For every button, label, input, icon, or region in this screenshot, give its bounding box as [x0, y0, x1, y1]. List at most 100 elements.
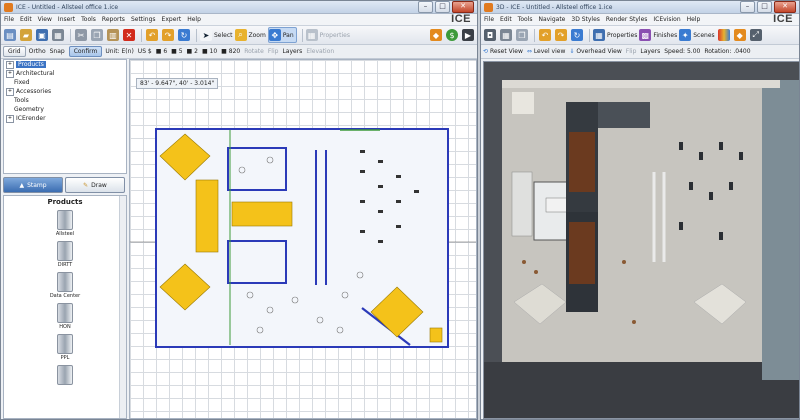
delete-button[interactable]: ✕ [122, 28, 136, 42]
menu-reports[interactable]: Reports [102, 16, 125, 23]
overhead-view-button[interactable]: ⇓ Overhead View [569, 48, 621, 55]
draw-button[interactable]: ✎ Draw [65, 177, 125, 193]
flip-button[interactable]: Flip [268, 48, 279, 55]
play-button[interactable]: ▶ [461, 28, 475, 42]
brand-logo: ICE [773, 13, 793, 25]
rotate-button[interactable]: Rotate [244, 48, 264, 55]
products-scrollbar[interactable] [119, 196, 126, 418]
menu-expert[interactable]: Expert [162, 16, 182, 23]
menu-3d-styles[interactable]: 3D Styles [571, 16, 600, 23]
refresh-button[interactable]: ↻ [570, 28, 584, 42]
menu-view[interactable]: View [38, 16, 52, 23]
render-button[interactable]: ◆ [733, 28, 747, 42]
tree-item-geometry[interactable]: Geometry [4, 105, 126, 114]
level-icon: ⇔ [526, 48, 532, 55]
tree-item-fixed[interactable]: Fixed [4, 78, 126, 87]
pan-tool-label: Pan [282, 31, 294, 39]
product-data-center[interactable]: Data Center [4, 272, 126, 299]
material-button[interactable] [717, 28, 731, 42]
tree-item-tools[interactable]: Tools [4, 96, 126, 105]
menu-help[interactable]: Help [187, 16, 201, 23]
menu-help[interactable]: Help [687, 16, 701, 23]
color-palette-icon [717, 29, 730, 41]
stamp-label: Stamp [27, 181, 47, 189]
menu-file[interactable]: File [4, 16, 14, 23]
product-dirtt[interactable]: DIRTT [4, 241, 126, 268]
maximize-button[interactable]: □ [435, 1, 450, 13]
elevation-button[interactable]: Elevation [306, 48, 334, 55]
pricing-button[interactable]: $ [445, 28, 459, 42]
expand-icon[interactable]: + [6, 114, 14, 123]
refresh-button[interactable]: ↻ [177, 28, 191, 42]
fullscreen-button[interactable]: ⤢ [749, 28, 763, 42]
menu-render-styles[interactable]: Render Styles [606, 16, 647, 23]
open-button[interactable]: ▰ [19, 28, 33, 42]
copy-button[interactable]: ❐ [90, 28, 104, 42]
menu-navigate[interactable]: Navigate [538, 16, 565, 23]
properties-button[interactable]: ▦ Properties [593, 28, 637, 42]
camera-button[interactable]: ◘ [483, 28, 497, 42]
paste-button[interactable]: ▥ [106, 28, 120, 42]
stamp-button[interactable]: ▲ Stamp [3, 177, 63, 193]
tree-item-accessories[interactable]: + Accessories [4, 87, 126, 96]
unit-selector[interactable]: Unit: E(n) [105, 48, 133, 55]
layers-button[interactable]: Layers [640, 48, 660, 55]
product-caption: DIRTT [57, 262, 73, 268]
undo-button[interactable]: ↶ [538, 28, 552, 42]
expand-icon[interactable]: + [6, 87, 14, 96]
level-view-button[interactable]: ⇔ Level view [527, 48, 566, 55]
overhead-icon: ⇓ [569, 48, 575, 55]
maximize-button[interactable]: □ [757, 1, 772, 13]
new-button[interactable]: ▤ [3, 28, 17, 42]
copy-button[interactable]: ❐ [515, 28, 529, 42]
tree-item-products[interactable]: + Products [4, 60, 126, 69]
grid-toggle[interactable]: Grid [3, 46, 26, 57]
menu-tools[interactable]: Tools [81, 16, 96, 23]
render-button[interactable]: ◆ [429, 28, 443, 42]
snap-toggle[interactable]: Snap [50, 48, 65, 55]
pan-tool-button[interactable]: ✥ Pan [267, 27, 297, 43]
cut-button[interactable]: ✂ [74, 28, 88, 42]
properties-button[interactable]: ▦ Properties [305, 28, 350, 42]
counter-c-value: 2 [194, 48, 198, 55]
print-button[interactable]: ▦ [499, 28, 513, 42]
close-button[interactable]: ✕ [774, 1, 796, 13]
counter-b: ■ 5 [171, 48, 183, 55]
layers-button[interactable]: Layers [282, 48, 302, 55]
menu-insert[interactable]: Insert [58, 16, 75, 23]
product-next[interactable] [4, 365, 126, 385]
tree-item-architectural[interactable]: + Architectural [4, 69, 126, 78]
minimize-button[interactable]: – [740, 1, 755, 13]
product-ppl[interactable]: PPL [4, 334, 126, 361]
expand-icon[interactable]: + [6, 69, 14, 78]
undo-button[interactable]: ↶ [145, 28, 159, 42]
menu-icevision[interactable]: ICEvision [653, 16, 680, 23]
menu-edit[interactable]: Edit [500, 16, 512, 23]
flip-button[interactable]: Flip [626, 48, 637, 55]
reset-view-button[interactable]: ⟲ Reset View [483, 48, 523, 55]
finishes-button[interactable]: ▩ Finishes [639, 28, 677, 42]
3d-render-viewport[interactable] [483, 61, 799, 419]
confirm-toggle[interactable]: Confirm [68, 46, 103, 57]
currency-selector[interactable]: US $ [138, 48, 152, 55]
print-button[interactable]: ▦ [51, 28, 65, 42]
ortho-toggle[interactable]: Ortho [29, 48, 46, 55]
scenes-button[interactable]: ✦ Scenes [679, 28, 715, 42]
save-button[interactable]: ▣ [35, 28, 49, 42]
zoom-tool-button[interactable]: ⌕ Zoom [234, 28, 266, 42]
select-tool-button[interactable]: ➤ Select [200, 28, 233, 42]
menu-edit[interactable]: Edit [20, 16, 32, 23]
menu-tools[interactable]: Tools [518, 16, 533, 23]
redo-button[interactable]: ↷ [554, 28, 568, 42]
menu-settings[interactable]: Settings [131, 16, 156, 23]
minimize-button[interactable]: – [418, 1, 433, 13]
pan-arrows-icon: ✥ [268, 29, 281, 41]
floor-plan-canvas[interactable]: 83' - 9.647", 40' - 3.014" [129, 59, 477, 419]
close-button[interactable]: ✕ [452, 1, 474, 13]
menu-file[interactable]: File [484, 16, 494, 23]
expand-icon[interactable]: + [6, 60, 14, 69]
product-allsteel[interactable]: Allsteel [4, 210, 126, 237]
product-hon[interactable]: HON [4, 303, 126, 330]
redo-button[interactable]: ↷ [161, 28, 175, 42]
tree-item-icerender[interactable]: + ICErender [4, 114, 126, 123]
